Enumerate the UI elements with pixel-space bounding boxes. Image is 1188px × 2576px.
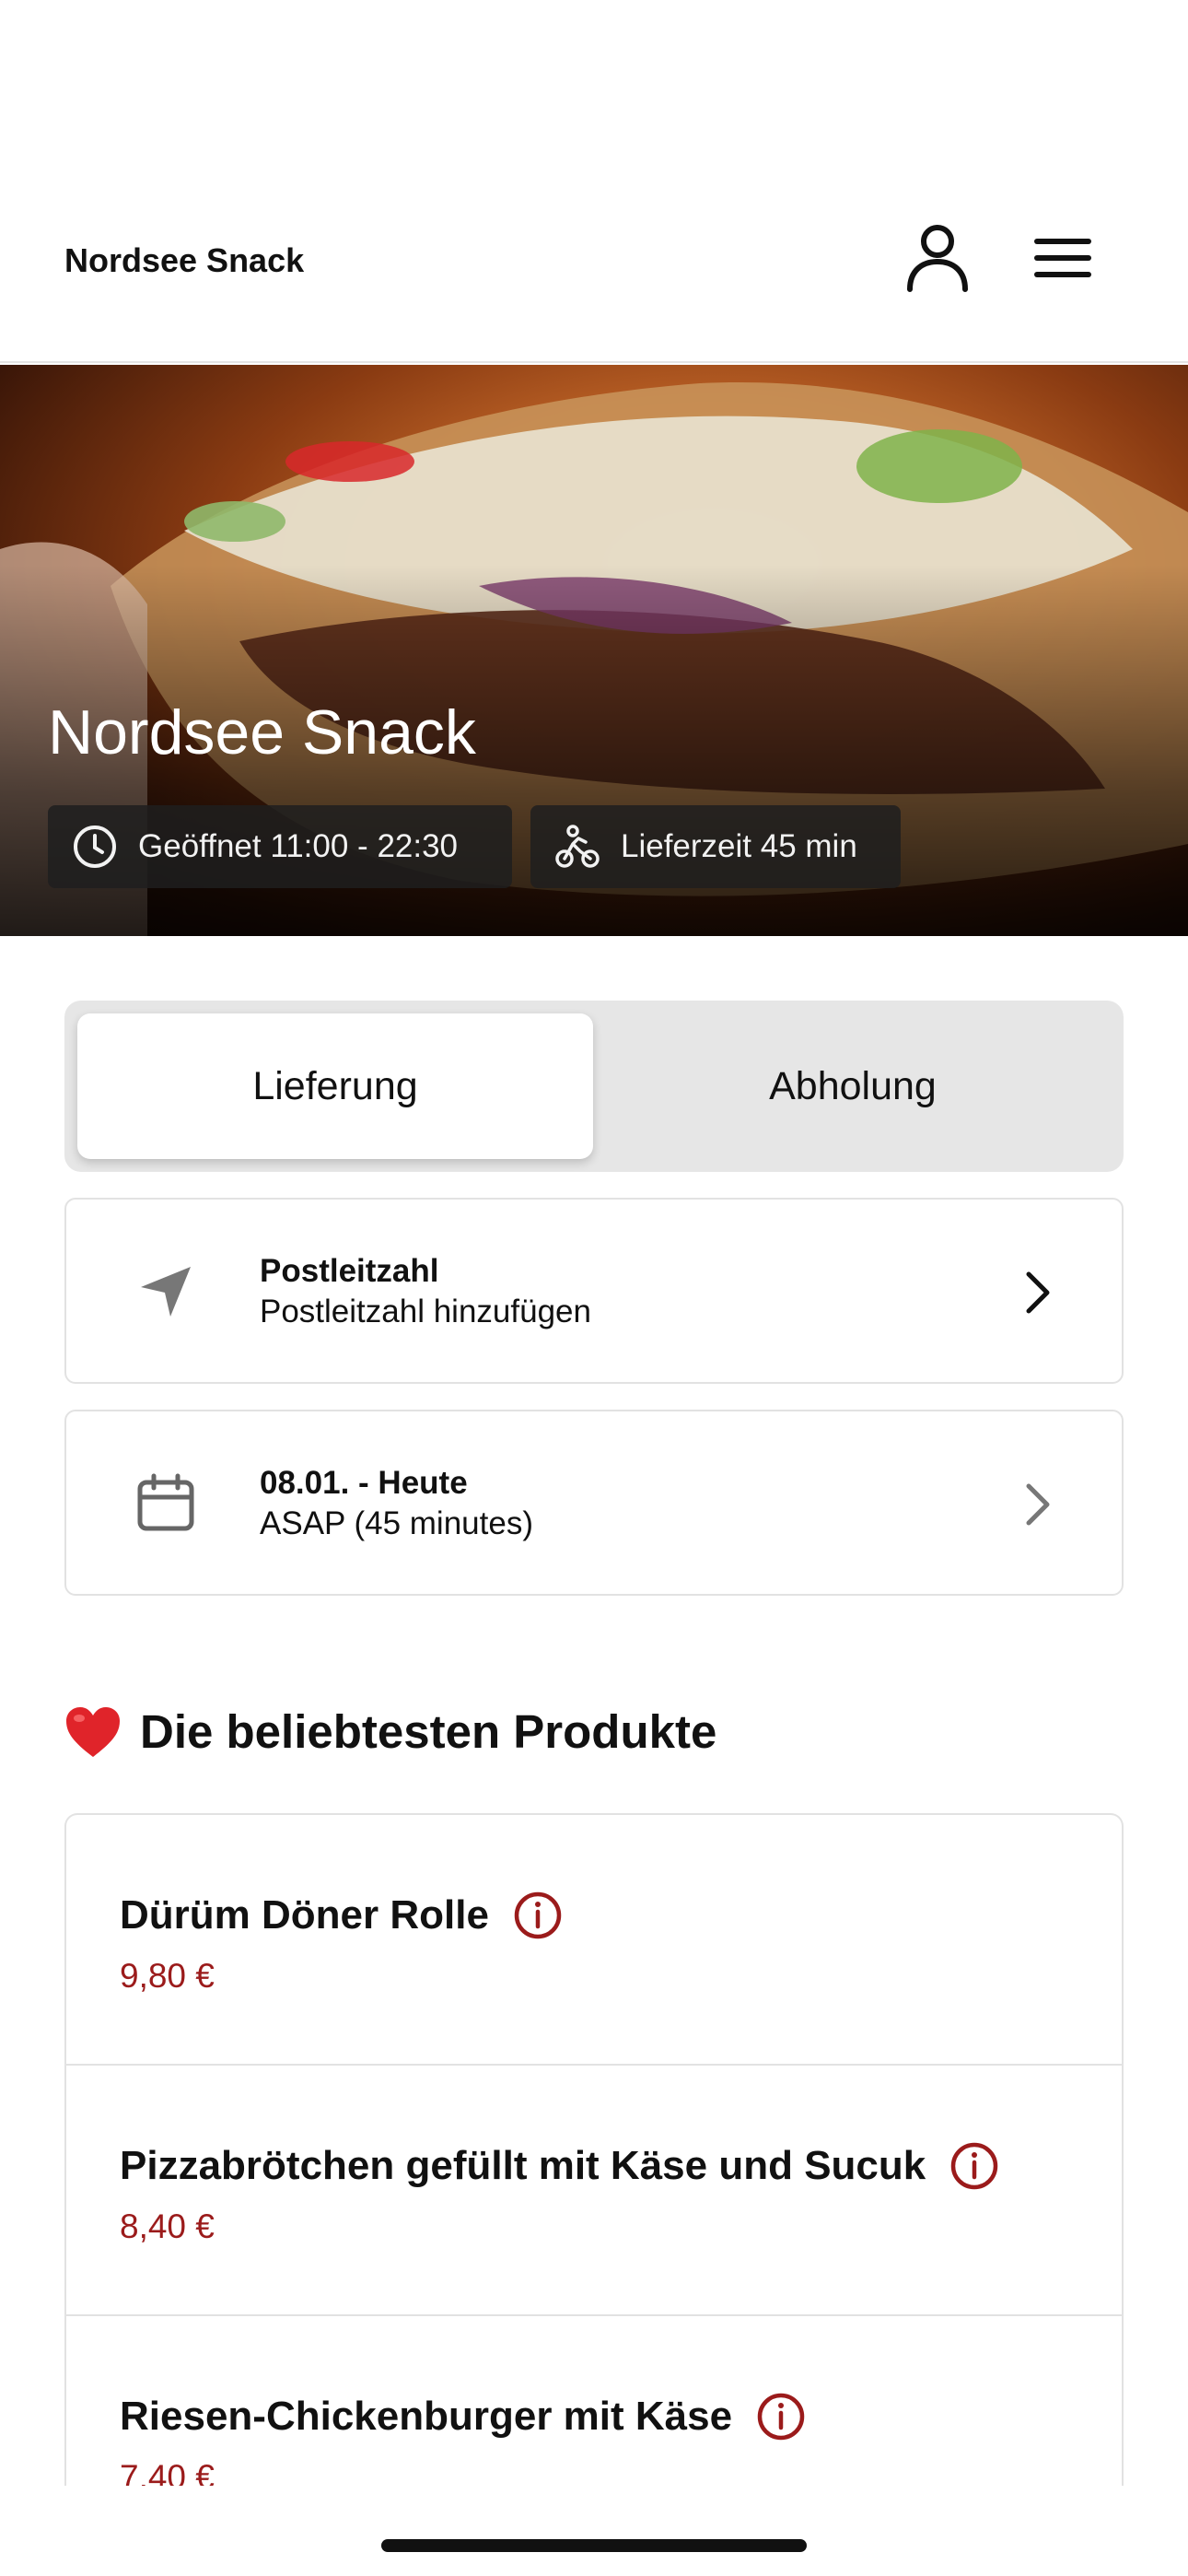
product-item[interactable]: Pizzabrötchen gefüllt mit Käse und Sucuk… [66, 2066, 1122, 2316]
product-price: 9,80 € [120, 1957, 215, 1995]
delivery-date-label: 08.01. - Heute [260, 1465, 468, 1501]
location-arrow-icon [129, 1255, 203, 1329]
opening-hours-badge: Geöffnet 11:00 - 22:30 [48, 805, 512, 888]
user-icon[interactable] [901, 221, 974, 295]
clock-icon [74, 825, 116, 868]
delivery-time-value: ASAP (45 minutes) [260, 1505, 533, 1541]
postal-code-selector[interactable]: Postleitzahl Postleitzahl hinzufügen [64, 1198, 1124, 1384]
delivery-time-text: Lieferzeit 45 min [621, 828, 857, 864]
info-icon[interactable] [949, 2141, 999, 2191]
section-title-text: Die beliebtesten Produkte [140, 1705, 717, 1758]
hero-banner: Nordsee Snack Geöffnet 11:00 - 22:30 Lie… [0, 365, 1188, 936]
popular-products-heading: Die beliebtesten Produkte [64, 1704, 716, 1759]
delivery-time-badge: Lieferzeit 45 min [530, 805, 901, 888]
brand-name[interactable]: Nordsee Snack [64, 241, 304, 280]
product-price: 8,40 € [120, 2207, 215, 2245]
home-indicator[interactable] [381, 2539, 807, 2552]
popular-products-list: Dürüm Döner Rolle 9,80 € Pizzabrötchen g… [64, 1813, 1124, 2486]
info-icon[interactable] [756, 2392, 806, 2441]
opening-hours-text: Geöffnet 11:00 - 22:30 [138, 828, 459, 864]
product-price: 7,40 € [120, 2458, 215, 2486]
delivery-date-selector[interactable]: 08.01. - Heute ASAP (45 minutes) [64, 1410, 1124, 1596]
product-item[interactable]: Riesen-Chickenburger mit Käse 7,40 € [66, 2316, 1122, 2486]
chevron-right-icon [1006, 1260, 1070, 1325]
restaurant-title: Nordsee Snack [48, 697, 476, 767]
product-item[interactable]: Dürüm Döner Rolle 9,80 € [66, 1815, 1122, 2066]
order-mode-toggle: Lieferung Abholung [64, 1001, 1124, 1172]
heart-icon [66, 1706, 120, 1757]
product-name: Dürüm Döner Rolle [120, 1892, 489, 1938]
tab-lieferung[interactable]: Lieferung [77, 1013, 593, 1159]
info-icon[interactable] [513, 1891, 563, 1940]
app-header: Nordsee Snack [0, 0, 1188, 363]
calendar-icon [129, 1467, 203, 1540]
product-name: Riesen-Chickenburger mit Käse [120, 2394, 733, 2439]
product-name: Pizzabrötchen gefüllt mit Käse und Sucuk [120, 2143, 926, 2188]
tab-abholung[interactable]: Abholung [595, 1013, 1111, 1159]
bike-rider-icon [555, 825, 600, 868]
chevron-right-icon [1006, 1472, 1070, 1537]
postal-code-value: Postleitzahl hinzufügen [260, 1294, 591, 1329]
hamburger-menu-icon[interactable] [1026, 221, 1100, 295]
postal-code-label: Postleitzahl [260, 1253, 439, 1289]
